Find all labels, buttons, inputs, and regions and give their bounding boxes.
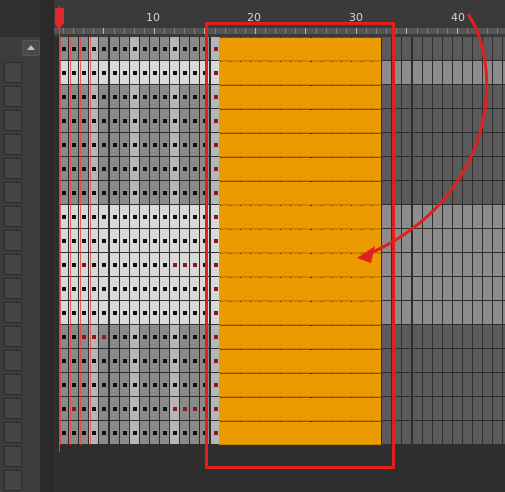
curved-arrow-icon: [357, 13, 489, 263]
timeline-window: 10 20 30 40: [0, 0, 505, 492]
